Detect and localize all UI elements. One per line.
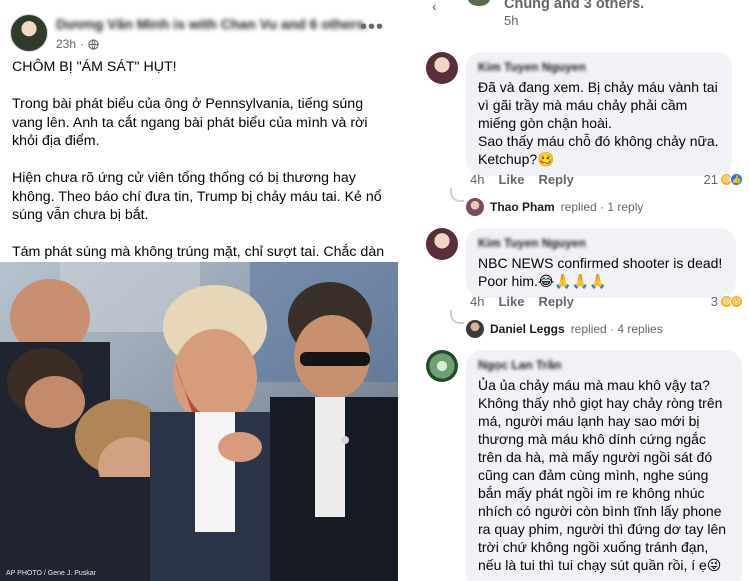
post-panel: Dương Văn Minh is with Chan Vu and 6 oth… xyxy=(0,0,398,581)
reply-preview[interactable]: Thao Pham replied · 1 reply xyxy=(466,198,643,216)
comment-line: miếng gòn chận hoài. xyxy=(478,115,612,131)
commenter-name[interactable]: Ngọc Lan Trần xyxy=(478,358,730,372)
commenter-avatar[interactable] xyxy=(426,350,458,382)
photo-illustration xyxy=(0,262,398,581)
comment-line: Ketchup?🥴 xyxy=(478,151,555,167)
post-header: Dương Văn Minh is with Chan Vu and 6 oth… xyxy=(10,10,390,54)
post-photo[interactable]: AP PHOTO / Gene J. Puskar xyxy=(0,262,398,581)
post-paragraph-2: Hiện chưa rõ ứng cử viên tổng thống có b… xyxy=(12,170,382,223)
comment-actions: 4h Like Reply xyxy=(470,294,574,309)
comment-line: Sao thấy máu chỗ đó không chảy nữa. xyxy=(478,133,719,149)
reply-info: replied · 4 replies xyxy=(570,322,663,336)
comment-line: Đã và đang xem. Bị chảy máu vành tai xyxy=(478,79,718,95)
comment-line: trời chứ không ngồi xuống tránh đạn, xyxy=(478,539,709,555)
comment-line: cũng can đảm cùng mình, nghe súng xyxy=(478,467,709,483)
comment-line: Không thấy nhỏ giọt hay chảy ròng trên xyxy=(478,395,723,411)
comment-time[interactable]: 4h xyxy=(470,172,484,187)
replier-avatar xyxy=(466,320,484,338)
photo-credit: AP PHOTO / Gene J. Puskar xyxy=(6,570,96,577)
replier-avatar xyxy=(466,198,484,216)
reply-info: replied · 1 reply xyxy=(560,200,644,214)
commenter-avatar[interactable] xyxy=(426,52,458,84)
comment-time[interactable]: 4h xyxy=(470,294,484,309)
post-headline: CHÔM BỊ "ÁM SÁT" HỤT! xyxy=(12,59,177,75)
comment-text: Ủa ủa chảy máu mà mau khô vậy ta? Không … xyxy=(478,376,730,574)
comment-bubble: Kim Tuyen Nguyen Đã và đang xem. Bị chảy… xyxy=(466,52,732,176)
replier-name: Thao Pham xyxy=(490,200,555,214)
comment-line: Ủa ủa chảy máu mà mau khô vậy ta? xyxy=(478,377,710,393)
comment-line: má, người máu lạnh hay sao mới bị xyxy=(478,413,700,429)
thread-header: ‹ Chung and 3 others. 5h xyxy=(430,0,740,30)
post-meta: 23h · xyxy=(56,37,99,51)
comment-line: Poor him.😂🙏🙏🙏 xyxy=(478,273,607,289)
author-avatar[interactable] xyxy=(10,14,48,52)
reply-connector xyxy=(450,310,464,324)
commenter-name[interactable]: Kim Tuyen Nguyen xyxy=(478,236,724,250)
back-arrow-icon[interactable]: ‹ xyxy=(432,0,437,14)
reply-preview[interactable]: Daniel Leggs replied · 4 replies xyxy=(466,320,663,338)
comment-line: nếu là tui thì tui chạy sút quần rồi, í … xyxy=(478,557,722,573)
post-time[interactable]: 23h xyxy=(56,37,76,51)
comment-line: ra quay phim, người thì đứng dơ tay lên xyxy=(478,521,727,537)
reaction-count: 21 xyxy=(703,172,718,187)
author-name[interactable]: Dương Văn Minh is with Chan Vu and 6 oth… xyxy=(56,16,368,32)
reply-button[interactable]: Reply xyxy=(538,172,573,187)
commenter-avatar[interactable] xyxy=(426,228,458,260)
comment-text: NBC NEWS confirmed shooter is dead! Poor… xyxy=(478,254,724,290)
comment-line: nhích có người còn bình tĩnh lấy phone xyxy=(478,503,722,519)
comment-line: trên da hà, mà mấy người ngồi sát đó xyxy=(478,449,713,465)
comment-bubble: Kim Tuyen Nguyen NBC NEWS confirmed shoo… xyxy=(466,228,736,298)
reaction-summary[interactable]: 3 😆 😮 xyxy=(711,294,743,309)
tagged-people[interactable]: Chung and 3 others. xyxy=(504,0,644,12)
reply-connector xyxy=(450,188,464,202)
like-button[interactable]: Like xyxy=(498,172,524,187)
wow-reaction-icon: 😮 xyxy=(730,295,743,308)
more-options-button[interactable]: ••• xyxy=(360,16,384,39)
globe-icon xyxy=(88,38,99,50)
dot-separator: · xyxy=(80,37,85,51)
comment-bubble: Ngọc Lan Trần Ủa ủa chảy máu mà mau khô … xyxy=(466,350,742,581)
thread-time: 5h xyxy=(504,13,519,28)
comments-panel: ‹ Chung and 3 others. 5h Kim Tuyen Nguye… xyxy=(420,0,749,581)
reaction-summary[interactable]: 21 😆 👍 xyxy=(704,172,743,187)
like-button[interactable]: Like xyxy=(498,294,524,309)
comment-line: NBC NEWS confirmed shooter is dead! xyxy=(478,255,723,271)
comment-line: vì gãi trầy mà máu chảy phải cầm xyxy=(478,97,688,113)
tagged-avatar[interactable] xyxy=(468,0,490,6)
replier-name: Daniel Leggs xyxy=(490,322,565,336)
comment-line: thương mà máu khô dính cứng ngắc xyxy=(478,431,706,447)
reply-button[interactable]: Reply xyxy=(538,294,573,309)
comment-actions: 4h Like Reply xyxy=(470,172,574,187)
like-reaction-icon: 👍 xyxy=(730,173,743,186)
reaction-count: 3 xyxy=(710,294,718,309)
commenter-name[interactable]: Kim Tuyen Nguyen xyxy=(478,60,720,74)
comment-line: bắn mấy phát ngồi im re không nhúc xyxy=(478,485,705,501)
comment-text: Đã và đang xem. Bị chảy máu vành tai vì … xyxy=(478,78,720,168)
post-paragraph-1: Trong bài phát biểu của ông ở Pennsylvan… xyxy=(12,96,368,149)
